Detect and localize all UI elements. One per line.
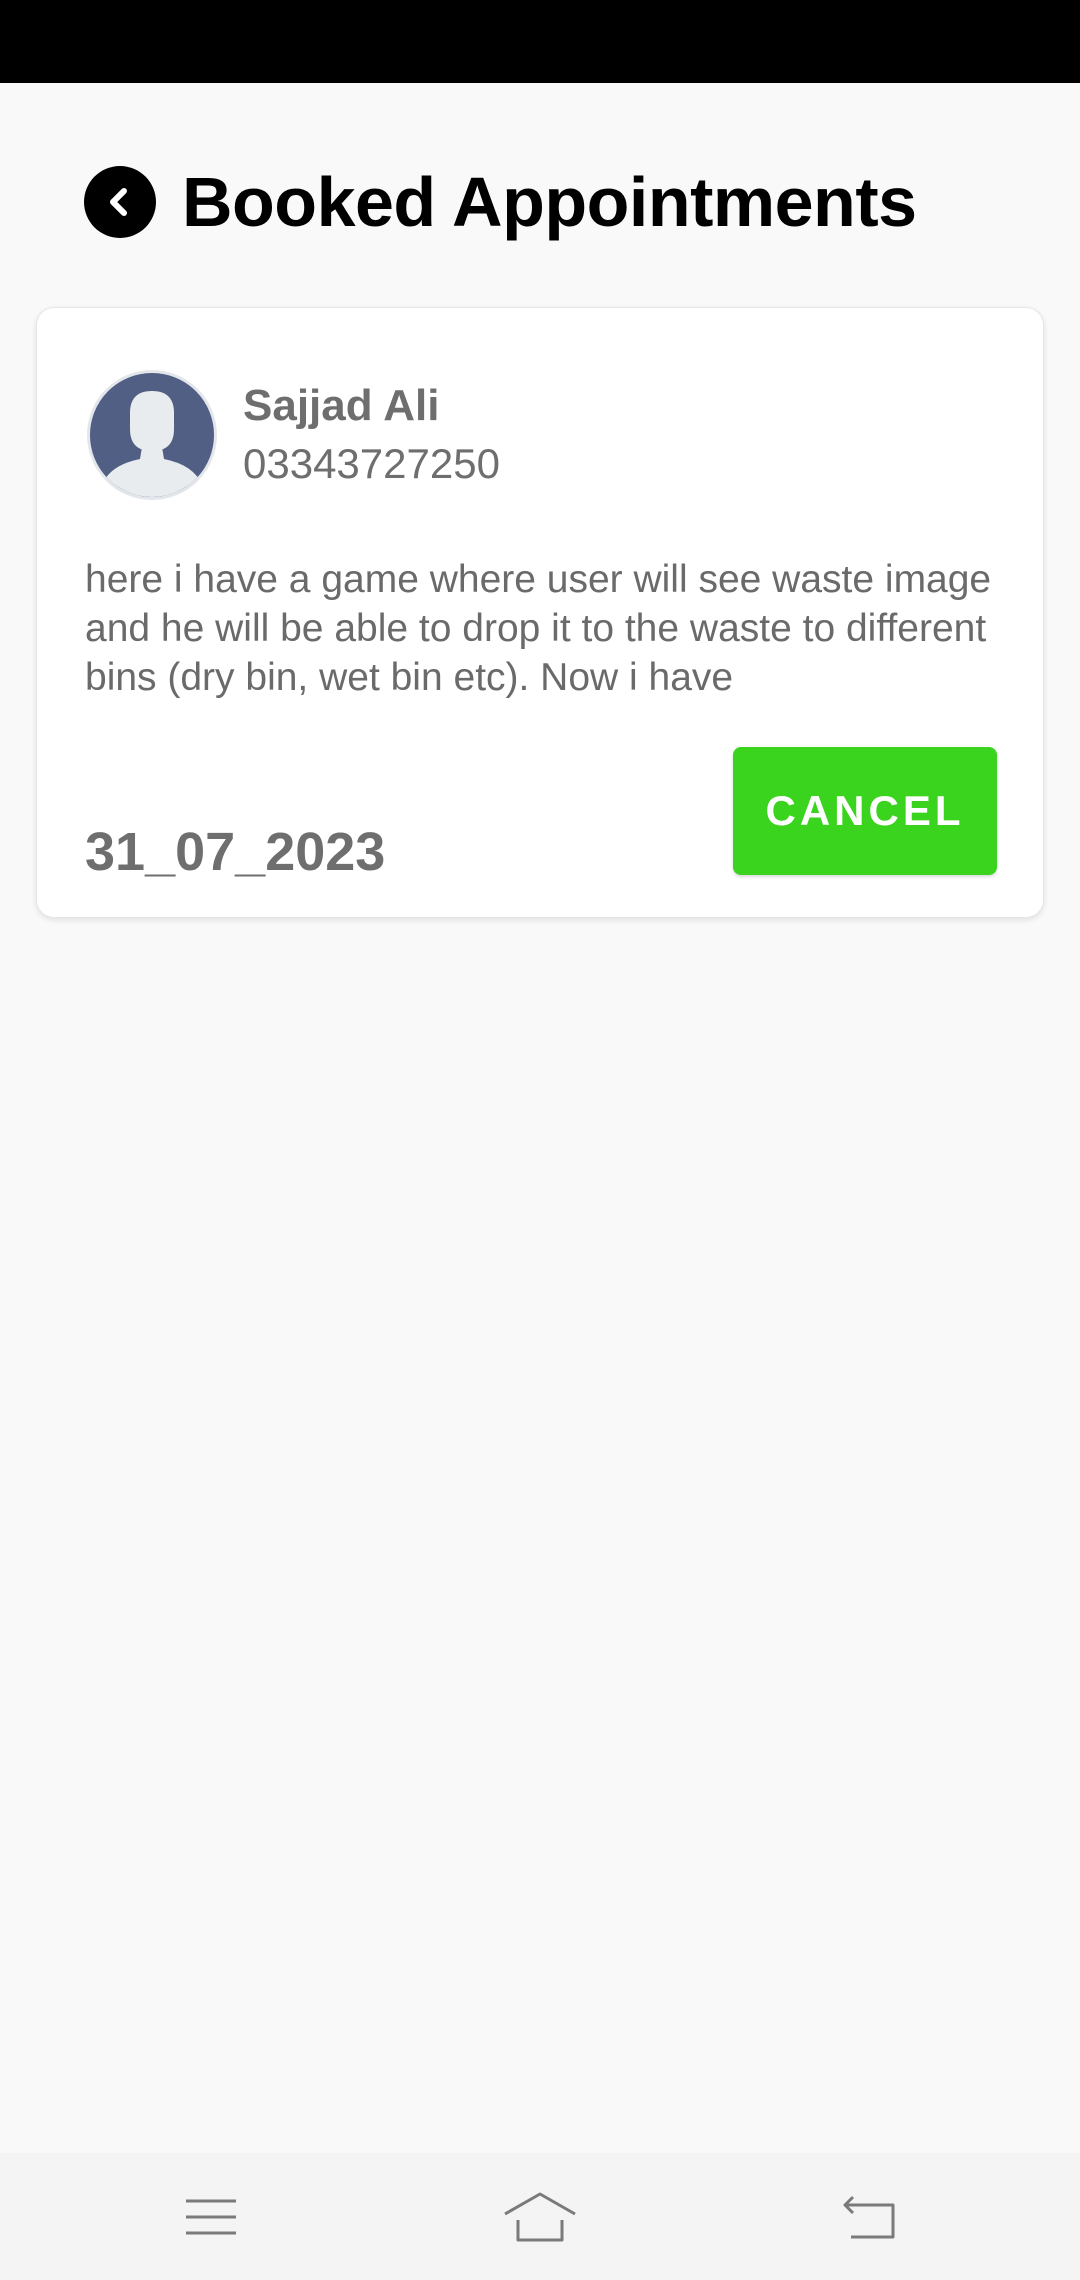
page-header: Booked Appointments [84,162,917,242]
back-icon [843,2195,895,2238]
menu-icon [186,2199,236,2234]
system-nav-bar [0,2153,1080,2280]
appointment-description: here i have a game where user will see w… [85,558,992,699]
status-bar [0,0,1080,83]
appointment-card: Sajjad Ali 03343727250 here i have a gam… [36,307,1044,918]
user-name: Sajjad Ali [243,381,440,430]
cancel-button[interactable]: CANCEL [733,747,997,875]
back-button[interactable] [84,166,156,238]
home-icon [504,2192,576,2241]
page-title: Booked Appointments [182,163,917,241]
home-button[interactable] [480,2153,600,2280]
user-phone: 03343727250 [243,440,500,487]
chevron-left-icon [110,188,127,216]
menu-button[interactable] [151,2153,271,2280]
appointment-date: 31_07_2023 [85,822,386,882]
back-nav-button[interactable] [810,2153,930,2280]
default-user-avatar-icon [87,370,217,500]
